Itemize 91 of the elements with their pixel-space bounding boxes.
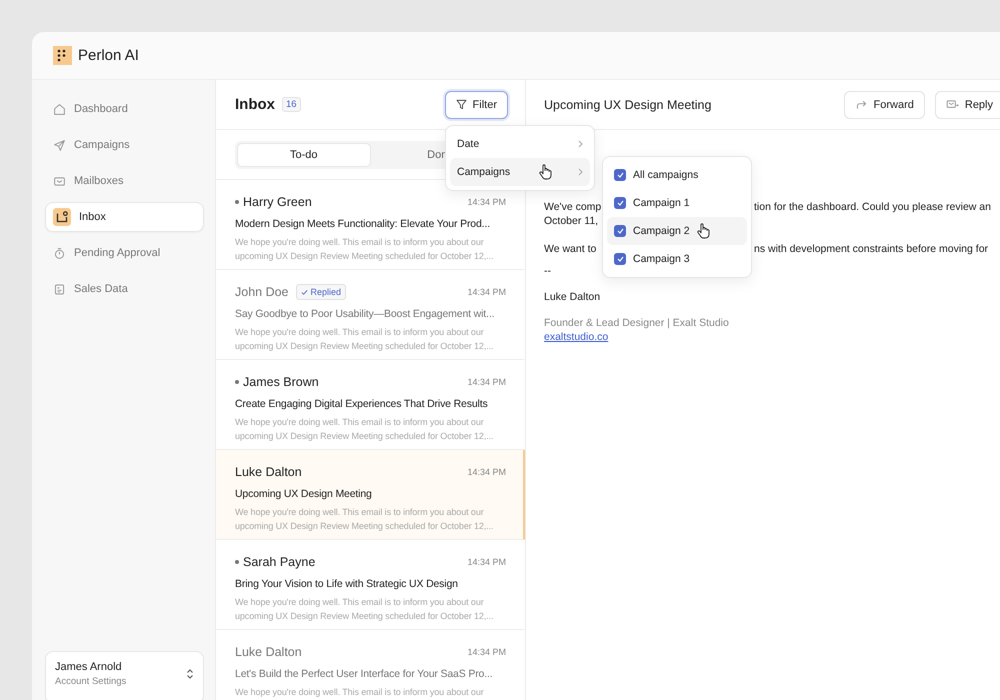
email-item[interactable]: Luke Dalton 14:34 PM Upcoming UX Design Meeting We hope you're doing well. This email is to inform you about our upcoming UX Design Review Meeting scheduled for October 12,...	[216, 450, 525, 540]
stopwatch-icon	[53, 246, 66, 260]
body-text: Luke Dalton	[544, 291, 600, 303]
email-preview: We hope you're doing well. This email is to inform you about our	[235, 416, 485, 429]
sender-name: James Brown	[243, 375, 319, 389]
email-subject: Say Goodbye to Poor Usability—Boost Engagement wit...	[235, 308, 496, 320]
unread-count: 16	[282, 97, 301, 112]
email-time: 14:34 PM	[467, 557, 506, 567]
envelope-icon	[53, 174, 66, 188]
email-item[interactable]: Luke Dalton 14:34 PM Let's Build the Perfect User Interface for Your SaaS Pro... We hope you're doing well. This email is to inform you about our	[216, 630, 525, 700]
check-icon	[616, 228, 624, 234]
menu-item[interactable]: Campaign 3	[607, 245, 747, 273]
email-preview: upcoming UX Design Review Meeting scheduled for October 12,...	[235, 610, 494, 623]
check-icon	[616, 256, 624, 262]
email-preview: We hope you're doing well. This email is to inform you about our	[235, 596, 485, 609]
app-name: Perlon AI	[78, 47, 139, 64]
tab[interactable]: To-do	[237, 142, 370, 166]
email-subject: Let's Build the Perfect User Interface for Your SaaS Pro...	[235, 668, 494, 680]
checkbox[interactable]	[614, 197, 626, 209]
email-preview: We hope you're doing well. This email is to inform you about our	[235, 236, 485, 249]
email-item[interactable]: Sarah Payne 14:34 PM Bring Your Vision to Life with Strategic UX Design We hope you're doing well. This email is to inform you about our upcoming UX Design Review Meeting scheduled for October 12,...	[216, 540, 525, 630]
account-name: James Arnold	[55, 661, 123, 673]
sidebar-item[interactable]: Sales Data	[45, 274, 204, 304]
email-time: 14:34 PM	[467, 287, 506, 297]
filter-button[interactable]: Filter	[444, 90, 508, 118]
hand-cursor-icon	[539, 164, 552, 180]
account-settings-label: Account Settings	[55, 676, 126, 687]
checkbox[interactable]	[614, 169, 626, 181]
email-time: 14:34 PM	[467, 647, 506, 657]
checkbox[interactable]	[614, 253, 626, 265]
document-icon	[53, 282, 66, 296]
logo-icon	[53, 46, 72, 65]
email-preview: upcoming UX Design Review Meeting scheduled for October 12,...	[235, 430, 494, 443]
menu-item[interactable]: Campaign 1	[607, 189, 747, 217]
hand-cursor-icon	[696, 223, 710, 239]
website-link[interactable]: exaltstudio.co	[544, 331, 608, 343]
sidebar-item[interactable]: Inbox	[45, 202, 204, 232]
check-icon	[616, 172, 624, 178]
email-preview: upcoming UX Design Review Meeting scheduled for October 12,...	[235, 340, 494, 353]
menu-item[interactable]: All campaigns	[607, 161, 747, 189]
email-preview: We hope you're doing well. This email is to inform you about our	[235, 326, 485, 339]
email-subject: Bring Your Vision to Life with Strategic UX Design	[235, 578, 459, 590]
email-time: 14:34 PM	[467, 467, 506, 477]
chevron-right-icon	[578, 140, 583, 148]
body-text: tion for the dashboard. Could you please review an	[754, 200, 991, 214]
sidebar-item[interactable]: Pending Approval	[45, 238, 204, 268]
sender-name: John Doe	[235, 285, 289, 299]
paper-plane-icon	[53, 138, 66, 152]
body-text: We want to	[544, 243, 596, 255]
sender-name: Harry Green	[243, 195, 312, 209]
menu-item[interactable]: Date	[450, 130, 590, 158]
body-text: --	[544, 265, 551, 277]
home-icon	[53, 102, 66, 116]
email-time: 14:34 PM	[467, 377, 506, 387]
inbox-title: Inbox	[235, 96, 275, 113]
account-switcher[interactable]: James Arnold Account Settings	[45, 651, 204, 700]
sender-name: Sarah Payne	[243, 555, 316, 569]
email-preview: upcoming UX Design Review Meeting scheduled for October 12,...	[235, 250, 494, 263]
forward-arrow-icon	[854, 98, 868, 111]
check-icon	[616, 200, 624, 206]
check-icon	[300, 288, 308, 296]
menu-item[interactable]: Campaign 2	[607, 217, 747, 245]
sender-name: Luke Dalton	[235, 645, 302, 659]
email-subject: Create Engaging Digital Experiences That Drive Results	[235, 398, 489, 410]
body-text: ns with development constraints before moving for	[754, 242, 988, 256]
menu-item[interactable]: Campaigns	[450, 158, 590, 186]
email-time: 14:34 PM	[467, 197, 506, 207]
chevron-right-icon	[578, 168, 583, 176]
email-preview: upcoming UX Design Review Meeting scheduled for October 12,...	[235, 520, 494, 533]
email-preview: We hope you're doing well. This email is to inform you about our	[235, 686, 485, 699]
sidebar-item[interactable]: Dashboard	[45, 94, 204, 124]
sidebar-item[interactable]: Mailboxes	[45, 166, 204, 196]
email-subject: Modern Design Meets Functionality: Elevate Your Prod...	[235, 218, 491, 230]
email-preview: We hope you're doing well. This email is to inform you about our	[235, 506, 485, 519]
forward-button[interactable]: Forward	[844, 90, 925, 118]
unread-dot	[235, 380, 239, 384]
sidebar-item[interactable]: Campaigns	[45, 130, 204, 160]
email-subject: Upcoming UX Design Meeting	[235, 488, 373, 500]
body-text: October 11,	[544, 215, 598, 227]
sender-name: Luke Dalton	[235, 465, 302, 479]
email-title: Upcoming UX Design Meeting	[544, 98, 712, 112]
unread-dot	[235, 200, 239, 204]
signature-title: Founder & Lead Designer | Exalt Studio	[544, 317, 729, 329]
reply-button[interactable]: Reply	[934, 90, 1000, 118]
checkbox[interactable]	[614, 225, 626, 237]
filter-icon	[456, 99, 467, 110]
unread-dot	[235, 560, 239, 564]
replied-badge: Replied	[296, 284, 346, 300]
chevron-updown-icon	[186, 669, 194, 679]
inbox-icon	[53, 208, 71, 226]
body-text: We've comp	[544, 201, 602, 213]
